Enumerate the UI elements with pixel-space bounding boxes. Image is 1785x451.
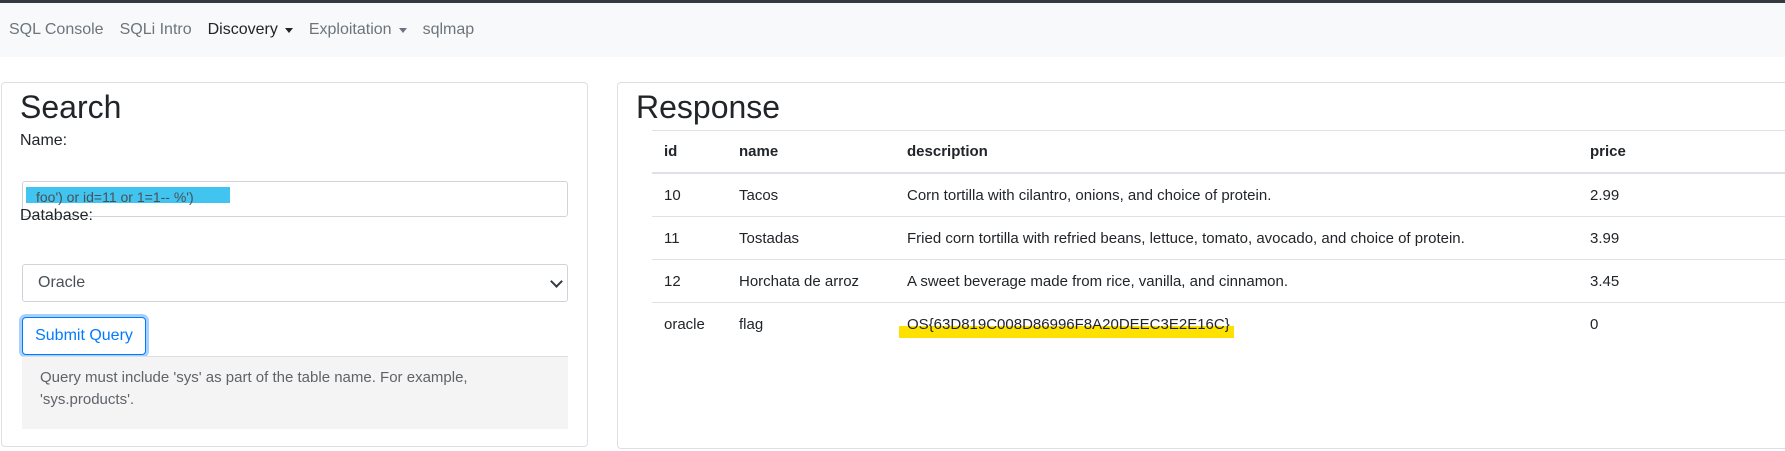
nav-label: sqlmap [422,21,475,38]
flag-value: OS{63D819C008D86996F8A20DEEC3E2E16C} [907,315,1230,333]
name-label: Name: [20,132,68,149]
column-header-id: id [652,130,727,174]
query-hint: Query must include 'sys' as part of the … [22,356,568,429]
column-header-name: name [727,130,895,174]
submit-query-button[interactable]: Submit Query [22,317,146,355]
results-table: id name description price 10 Tacos Corn … [652,130,1785,345]
nav-discovery-dropdown[interactable]: Discovery [208,21,293,39]
cell-id: 10 [652,172,727,217]
nav-label: Exploitation [308,21,392,38]
cell-description: A sweet beverage made from rice, vanilla… [895,259,1578,303]
nav-sqlmap[interactable]: sqlmap [423,21,475,39]
cell-price: 0 [1578,302,1785,345]
search-card: Search Name: foo') or id=11 or 1=1-- %')… [1,82,588,447]
cell-name: Horchata de arroz [727,259,895,303]
cell-price: 2.99 [1578,172,1785,217]
search-title: Search [20,89,122,125]
table-row: 10 Tacos Corn tortilla with cilantro, on… [652,172,1785,217]
table-header-row: id name description price [652,130,1785,174]
nav-sql-console[interactable]: SQL Console [9,21,104,39]
database-select-value: Oracle [38,274,86,291]
cell-id: oracle [652,302,727,345]
table-row: oracle flag OS{63D819C008D86996F8A20DEEC… [652,302,1785,345]
navbar: SQL Console SQLi Intro Discovery Exploit… [0,3,1785,57]
response-card: Response id name description price 10 Ta… [617,82,1785,449]
cell-id: 12 [652,259,727,303]
name-input[interactable]: foo') or id=11 or 1=1-- %') [22,181,568,217]
cell-price: 3.45 [1578,259,1785,303]
cell-name: flag [727,302,895,345]
table-row: 12 Horchata de arroz A sweet beverage ma… [652,259,1785,303]
table-row: 11 Tostadas Fried corn tortilla with ref… [652,216,1785,260]
caret-down-icon [284,27,293,33]
chevron-down-icon [550,275,563,288]
name-input-value: foo') or id=11 or 1=1-- %') [36,189,194,205]
column-header-price: price [1578,130,1785,174]
cell-description: Fried corn tortilla with refried beans, … [895,216,1578,260]
nav-exploitation-dropdown[interactable]: Exploitation [309,21,407,39]
cell-price: 3.99 [1578,216,1785,260]
nav-sqli-intro[interactable]: SQLi Intro [120,21,192,39]
cell-description-flag: OS{63D819C008D86996F8A20DEEC3E2E16C} [895,302,1578,345]
cell-description: Corn tortilla with cilantro, onions, and… [895,172,1578,217]
caret-down-icon [398,27,407,33]
database-label: Database: [20,207,93,224]
cell-name: Tostadas [727,216,895,260]
nav-label: SQLi Intro [119,21,192,38]
nav-label: SQL Console [9,21,104,38]
column-header-description: description [895,130,1578,174]
response-title: Response [636,89,781,125]
cell-name: Tacos [727,172,895,217]
nav-label: Discovery [207,21,278,38]
database-select[interactable]: Oracle [22,264,568,302]
cell-id: 11 [652,216,727,260]
